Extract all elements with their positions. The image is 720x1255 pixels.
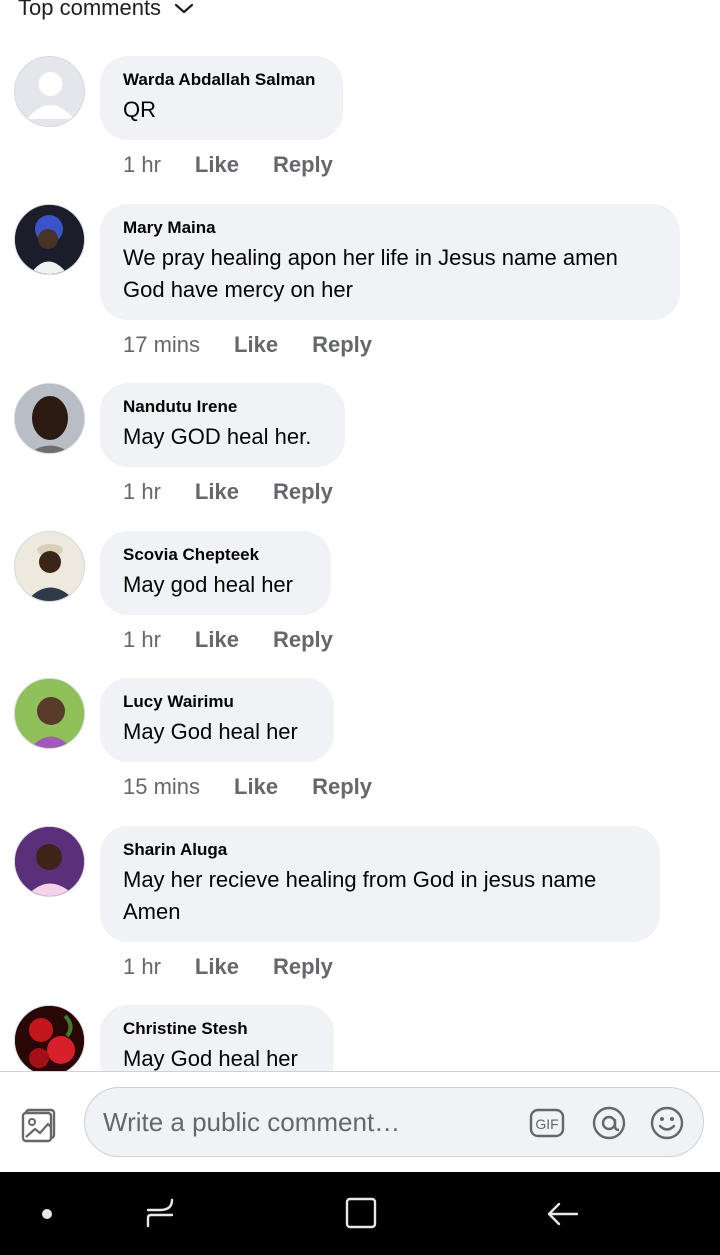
comment-actions: 1 hr Like Reply [123,954,333,980]
comment-author[interactable]: Nandutu Irene [123,397,322,417]
like-button[interactable]: Like [234,332,278,358]
profile-photo [15,679,84,748]
comment-author[interactable]: Warda Abdallah Salman [123,70,320,90]
avatar[interactable] [14,826,85,897]
photo-icon[interactable] [20,1104,60,1144]
like-button[interactable]: Like [195,954,239,980]
comment-actions: 15 mins Like Reply [123,774,372,800]
comment-author[interactable]: Lucy Wairimu [123,692,311,712]
reply-button[interactable]: Reply [312,332,372,358]
profile-photo [15,205,84,274]
comment-text: We pray healing apon her life in Jesus n… [123,245,618,302]
avatar[interactable] [14,204,85,275]
sort-label: Top comments [18,0,162,20]
reply-button[interactable]: Reply [312,774,372,800]
comment-time[interactable]: 1 hr [123,152,161,178]
avatar[interactable] [14,531,85,602]
comment-bubble[interactable]: Scovia Chepteek May god heal her [100,531,331,615]
comment-time[interactable]: 1 hr [123,479,161,505]
comment-actions: 1 hr Like Reply [123,479,333,505]
comment-text: May God heal her [123,719,298,744]
reply-button[interactable]: Reply [273,479,333,505]
profile-photo [15,532,84,601]
system-nav-bar [0,1172,720,1255]
gif-icon[interactable]: GIF [529,1105,565,1141]
comment-bubble[interactable]: Sharin Aluga May her recieve healing fro… [100,826,660,942]
like-button[interactable]: Like [195,152,239,178]
profile-photo [15,827,84,896]
comment-text: May GOD heal her. [123,424,312,449]
comment-actions: 1 hr Like Reply [123,627,333,653]
avatar[interactable] [14,678,85,749]
comment-bubble[interactable]: Christine Stesh May God heal her [100,1005,334,1071]
comment-time[interactable]: 1 hr [123,954,161,980]
default-avatar-icon [27,72,74,119]
comment-text: QR [123,97,156,122]
reply-button[interactable]: Reply [273,152,333,178]
comment-author[interactable]: Mary Maina [123,218,657,238]
comments-feed[interactable]: Top comments Warda Abdallah Salman QR 1 … [0,0,720,1071]
comment-bubble[interactable]: Lucy Wairimu May God heal her [100,678,334,762]
mention-icon[interactable] [591,1105,627,1141]
comment-input[interactable] [103,1088,523,1156]
recents-icon[interactable] [138,1192,182,1236]
sort-selector[interactable]: Top comments [18,0,195,24]
comment-bubble[interactable]: Warda Abdallah Salman QR [100,56,343,140]
profile-photo [15,1006,84,1071]
profile-photo [15,384,84,453]
comment-author[interactable]: Sharin Aluga [123,840,637,860]
comment-author[interactable]: Scovia Chepteek [123,545,308,565]
reply-button[interactable]: Reply [273,954,333,980]
comment-text: May God heal her [123,1046,298,1071]
comment-time[interactable]: 17 mins [123,332,200,358]
reply-button[interactable]: Reply [273,627,333,653]
comment-time[interactable]: 1 hr [123,627,161,653]
chevron-down-icon [174,3,194,14]
avatar[interactable] [14,1005,85,1071]
comment-actions: 1 hr Like Reply [123,152,333,178]
comment-author[interactable]: Christine Stesh [123,1019,311,1039]
comment-actions: 17 mins Like Reply [123,332,372,358]
comment-text: May her recieve healing from God in jesu… [123,867,597,924]
back-icon[interactable] [541,1192,585,1236]
comment-time[interactable]: 15 mins [123,774,200,800]
comment-composer: GIF [0,1071,720,1172]
nav-dot-icon[interactable] [25,1192,69,1236]
comment-input-wrapper[interactable]: GIF [84,1087,704,1157]
emoji-icon[interactable] [649,1105,685,1141]
avatar[interactable] [14,383,85,454]
like-button[interactable]: Like [195,627,239,653]
gif-label: GIF [535,1116,558,1132]
like-button[interactable]: Like [234,774,278,800]
home-icon[interactable] [339,1192,383,1236]
comment-bubble[interactable]: Mary Maina We pray healing apon her life… [100,204,680,320]
comment-text: May god heal her [123,572,293,597]
like-button[interactable]: Like [195,479,239,505]
comment-bubble[interactable]: Nandutu Irene May GOD heal her. [100,383,345,467]
avatar[interactable] [14,56,85,127]
